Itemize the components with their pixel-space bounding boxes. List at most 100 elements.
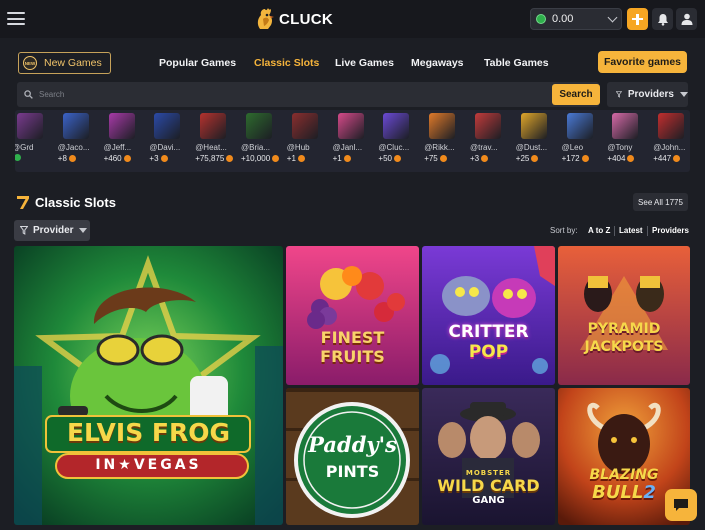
sort-a-to-z[interactable]: A to Z: [588, 226, 610, 235]
winner-item[interactable]: @Tony +404: [607, 110, 649, 172]
winner-item[interactable]: @trav... +3: [470, 110, 512, 172]
game-tile-elvis-frog[interactable]: ELVIS FROG IN★VEGAS: [14, 246, 283, 525]
coin-icon: [627, 155, 635, 162]
winner-item[interactable]: @Jaco... +8: [58, 110, 100, 172]
sort-latest[interactable]: Latest: [619, 226, 643, 235]
coin-icon: [272, 155, 280, 162]
provider-filter-dropdown[interactable]: Provider: [14, 220, 90, 241]
winner-amount: +3: [149, 154, 168, 163]
see-all-button[interactable]: See All 1775: [633, 193, 688, 211]
recent-winners-strip: @Grd @Jaco... +8 @Jeff... +460 @Davi... +3 @Hea…: [15, 110, 690, 172]
winner-item[interactable]: @Janl... +1: [333, 110, 375, 172]
paddys-pints-title-line1: Paddy's: [308, 432, 397, 457]
filter-icon: [616, 91, 622, 98]
game-tile-pyramid-jackpots[interactable]: PYRAMID JACKPOTS: [558, 246, 690, 385]
winner-game-thumbnail: [383, 113, 410, 139]
user-icon: [681, 13, 692, 25]
winner-username: @Janl...: [332, 143, 363, 152]
winner-amount-value: +1: [332, 154, 342, 163]
winner-game-thumbnail: [520, 113, 547, 139]
game-tile-wild-card-gang[interactable]: MOBSTER WILD CARD GANG: [422, 388, 555, 525]
winner-username: @Cluc...: [378, 143, 410, 152]
winner-item[interactable]: @Bria... +10,000: [241, 110, 283, 172]
coin-icon: [481, 155, 489, 162]
critter-pop-artwork: [422, 246, 555, 385]
winner-amount: +1: [287, 154, 305, 163]
winner-amount-value: +75: [424, 154, 438, 163]
winner-item[interactable]: @Dust... +25: [516, 110, 558, 172]
coin-icon: [15, 154, 21, 161]
winner-game-thumbnail: [337, 113, 364, 139]
account-button[interactable]: [676, 8, 697, 30]
support-chat-button[interactable]: [665, 489, 697, 521]
finest-fruits-title-line2: FRUITS: [320, 347, 385, 366]
chevron-down-icon: [607, 12, 618, 22]
critter-pop-title-line1: CRITTER: [448, 322, 529, 342]
coin-icon: [123, 155, 131, 162]
game-tile-paddys-pints[interactable]: Paddy's PINTS: [286, 388, 419, 525]
winner-item[interactable]: @Rikk... +75: [424, 110, 466, 172]
coin-icon: [581, 155, 589, 162]
winner-username: @Heat...: [195, 143, 227, 152]
winner-item[interactable]: @Davi... +3: [149, 110, 191, 172]
tab-classic-slots[interactable]: Classic Slots: [254, 57, 319, 69]
tab-table-games[interactable]: Table Games: [484, 57, 549, 69]
sort-divider: [647, 226, 648, 236]
tab-live-games[interactable]: Live Games: [335, 57, 394, 69]
winner-item[interactable]: @Cluc... +50: [378, 110, 420, 172]
category-nav: NEW New Games Popular Games Classic Slot…: [15, 49, 690, 77]
search-button[interactable]: Search: [552, 84, 600, 105]
winner-amount: +25: [516, 154, 539, 163]
deposit-button[interactable]: [627, 8, 648, 30]
game-tile-finest-fruits[interactable]: FINEST FRUITS: [286, 246, 419, 385]
winner-amount: +75: [424, 154, 447, 163]
winner-item[interactable]: @Heat... +75,875: [195, 110, 237, 172]
game-tile-critter-pop[interactable]: CRITTER POP: [422, 246, 555, 385]
winner-amount: +3: [470, 154, 489, 163]
new-games-button[interactable]: NEW New Games: [18, 52, 111, 74]
notifications-button[interactable]: [652, 8, 673, 30]
winner-amount: +10,000: [241, 154, 280, 163]
winner-game-thumbnail: [200, 113, 227, 139]
brand-logo[interactable]: CLUCK: [254, 6, 333, 32]
winner-amount-value: +447: [653, 154, 672, 163]
favorite-games-button[interactable]: Favorite games: [598, 51, 687, 73]
winner-amount: +1: [333, 154, 351, 163]
tab-popular-games[interactable]: Popular Games: [159, 57, 236, 69]
providers-dropdown[interactable]: Providers: [607, 82, 688, 107]
provider-filter-label: Provider: [33, 225, 74, 236]
hamburger-icon[interactable]: [7, 12, 25, 25]
winner-game-thumbnail: [108, 113, 135, 139]
search-input[interactable]: [39, 90, 539, 99]
caret-down-icon: [78, 228, 87, 233]
pyramid-jackpots-title-line1: PYRAMID: [587, 321, 661, 337]
providers-label: Providers: [627, 89, 674, 100]
winner-amount-value: +25: [515, 154, 530, 163]
winner-amount-value: +404: [607, 154, 626, 163]
coin-icon: [531, 155, 539, 162]
sort-providers[interactable]: Providers: [652, 226, 689, 235]
winner-item[interactable]: @Hub +1: [287, 110, 329, 172]
winner-amount-value: +3: [470, 154, 480, 163]
blazing-bull-title-word: BULL: [592, 482, 644, 503]
coin-icon: [673, 155, 681, 162]
winner-item[interactable]: @Jeff... +460: [104, 110, 146, 172]
caret-down-icon: [680, 92, 688, 97]
winner-username: @John...: [653, 143, 686, 152]
new-badge-icon: NEW: [23, 56, 37, 70]
tab-megaways[interactable]: Megaways: [411, 57, 464, 69]
bell-icon: [657, 13, 668, 26]
search-row: Search Providers: [15, 82, 690, 108]
winner-game-thumbnail: [429, 113, 456, 139]
balance-selector[interactable]: 0.00: [530, 8, 622, 30]
winner-item[interactable]: @John... +447: [653, 110, 690, 172]
new-games-label: New Games: [44, 57, 102, 69]
winner-username: @trav...: [470, 143, 498, 152]
winner-amount: +8: [58, 154, 76, 163]
seven-icon: [17, 196, 29, 209]
coin-icon: [68, 155, 76, 162]
winner-item[interactable]: @Leo +172: [562, 110, 604, 172]
winner-item[interactable]: @Grd: [15, 110, 54, 172]
winner-game-thumbnail: [612, 113, 639, 139]
coin-icon: [343, 155, 351, 162]
